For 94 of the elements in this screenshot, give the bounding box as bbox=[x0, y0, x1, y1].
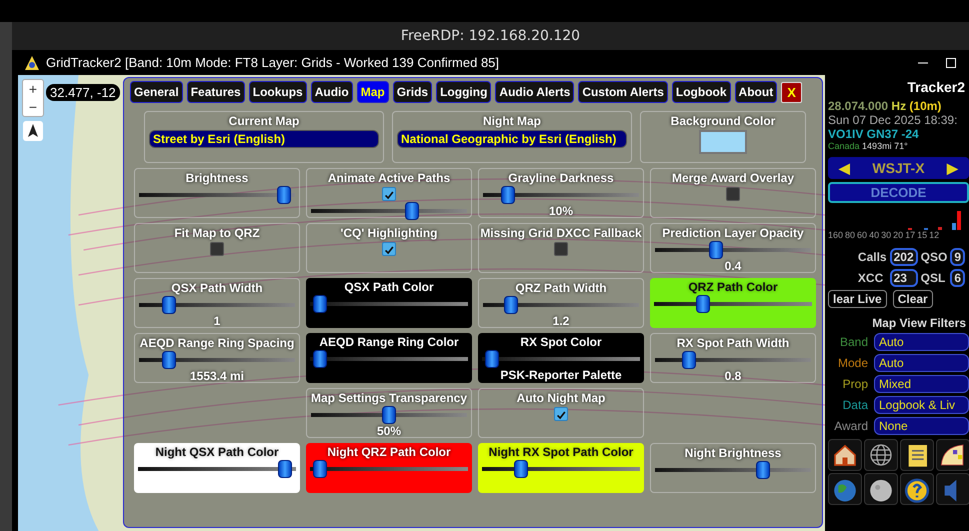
zoom-out-button[interactable]: − bbox=[23, 98, 43, 116]
band-axis-label: 15 bbox=[917, 230, 928, 240]
setting-value: 1.2 bbox=[552, 314, 570, 328]
setting-label: Merge Award Overlay bbox=[672, 171, 794, 185]
setting-label: Auto Night Map bbox=[516, 391, 606, 405]
setting-label: Night QSX Path Color bbox=[155, 445, 279, 459]
filter-label: Band bbox=[838, 335, 868, 349]
tab[interactable]: Logging bbox=[436, 81, 492, 103]
filter-dropdown[interactable]: Auto bbox=[874, 354, 969, 372]
stat-label: QSO bbox=[920, 250, 948, 264]
app-name: Tracker2 bbox=[907, 79, 965, 95]
setting-value: 1 bbox=[214, 314, 220, 328]
setting-value: PSK-Reporter Palette bbox=[500, 368, 622, 382]
band-axis-label: 17 bbox=[905, 230, 916, 240]
filter-dropdown[interactable]: Logbook & Liv bbox=[874, 396, 969, 414]
filter-dropdown[interactable]: Mixed bbox=[874, 375, 969, 393]
setting-label: Missing Grid DXCC Fallback bbox=[480, 226, 642, 240]
filter-label: Mode bbox=[836, 356, 868, 370]
tab[interactable]: Audio bbox=[310, 81, 353, 103]
clear-button[interactable]: lear Live bbox=[828, 290, 887, 308]
setting-label: Brightness bbox=[186, 171, 248, 185]
setting-label: Fit Map to QRZ bbox=[174, 226, 260, 240]
setting-label: QRZ Path Width bbox=[515, 281, 607, 295]
setting-label: QSX Path Color bbox=[344, 280, 434, 294]
setting-value: 10% bbox=[548, 204, 574, 218]
tab[interactable]: Grids bbox=[392, 81, 432, 103]
setting-value: 1553.4 mi bbox=[190, 369, 244, 383]
stat-label: XCC bbox=[858, 271, 884, 285]
setting-label: AEQD Range Ring Color bbox=[319, 335, 459, 349]
map-dropdown[interactable]: Street by Esri (English) bbox=[149, 130, 379, 148]
band-axis-label: 30 bbox=[881, 230, 892, 240]
tab[interactable]: About bbox=[734, 81, 778, 103]
country: Canada bbox=[828, 141, 860, 151]
zoom-in-button[interactable]: + bbox=[23, 80, 43, 98]
setting-label: RX Spot Color bbox=[520, 335, 602, 349]
setting-label: Current Map bbox=[228, 114, 300, 128]
next-button[interactable]: ▶ bbox=[946, 160, 958, 176]
filter-dropdown[interactable]: Auto bbox=[874, 333, 969, 351]
frequency: 28.074.000 bbox=[828, 99, 888, 113]
band-axis-label: 40 bbox=[869, 230, 880, 240]
coordinates-label: 32.477, -12 bbox=[46, 84, 120, 101]
stat-label: Calls bbox=[858, 250, 887, 264]
app-title: GridTracker2 [Band: 10m Mode: FT8 Layer: Grids - Worked 139 Confirmed 85] bbox=[46, 55, 500, 70]
source-name: WSJT-X bbox=[872, 160, 925, 176]
window-title: FreeRDP: 192.168.20.120 bbox=[400, 28, 580, 44]
setting-label: Prediction Layer Opacity bbox=[662, 226, 804, 240]
band-axis-label: 60 bbox=[857, 230, 868, 240]
decode-button[interactable]: DECODE bbox=[828, 182, 969, 203]
frequency-unit: Hz bbox=[891, 99, 906, 113]
band-axis-label: 20 bbox=[893, 230, 904, 240]
map-dropdown[interactable]: National Geographic by Esri (English) bbox=[397, 130, 627, 148]
setting-label: Animate Active Paths bbox=[328, 171, 450, 185]
band-axis-label: 12 bbox=[929, 230, 940, 240]
setting-label: RX Spot Path Width bbox=[676, 336, 790, 350]
setting-label: Map Settings Transparency bbox=[310, 391, 468, 405]
setting-value: 50% bbox=[376, 424, 402, 438]
date-time: Sun 07 Dec 2025 18:39: bbox=[828, 113, 958, 127]
setting-value: 0.4 bbox=[724, 259, 742, 273]
tab[interactable]: Features bbox=[186, 81, 245, 103]
stat-value: 202 bbox=[890, 248, 918, 266]
band-label: (10m) bbox=[909, 99, 942, 113]
band-axis-label: 160 bbox=[828, 230, 844, 240]
tab[interactable]: General bbox=[130, 81, 183, 103]
setting-label: Grayline Darkness bbox=[508, 171, 614, 185]
setting-label: 'CQ' Highlighting bbox=[340, 226, 438, 240]
tab[interactable]: Logbook bbox=[672, 81, 731, 103]
stat-value: 6 bbox=[950, 269, 965, 287]
previous-button[interactable]: ◀ bbox=[839, 160, 850, 176]
setting-label: Night RX Spot Path Color bbox=[488, 445, 634, 459]
setting-label: QRZ Path Color bbox=[688, 280, 778, 294]
filters-title: Map View Filters bbox=[872, 316, 966, 330]
distance: 1493mi 71° bbox=[862, 141, 908, 151]
setting-label: Night QRZ Path Color bbox=[327, 445, 451, 459]
setting-label: QSX Path Width bbox=[171, 281, 263, 295]
filter-dropdown[interactable]: None bbox=[874, 417, 969, 435]
stat-value: 23 bbox=[890, 269, 918, 287]
tab[interactable]: Custom Alerts bbox=[578, 81, 668, 103]
tab[interactable]: Map bbox=[356, 81, 389, 103]
band-axis-label: 80 bbox=[845, 230, 856, 240]
setting-label: Night Map bbox=[483, 114, 541, 128]
filter-label: Prop bbox=[842, 377, 868, 391]
stat-value: 9 bbox=[950, 248, 965, 266]
clear-button[interactable]: Clear bbox=[892, 290, 933, 308]
setting-label: Background Color bbox=[670, 114, 776, 128]
close-button[interactable]: X bbox=[781, 82, 802, 102]
tab[interactable]: Audio Alerts bbox=[495, 81, 574, 103]
station-info: VO1IV GN37 -24 bbox=[828, 127, 920, 141]
setting-label: Night Brightness bbox=[684, 446, 782, 460]
stat-label: QSL bbox=[920, 271, 946, 285]
filter-label: Data bbox=[842, 398, 868, 412]
filter-label: Award bbox=[833, 419, 868, 433]
setting-label: AEQD Range Ring Spacing bbox=[140, 336, 294, 350]
tab[interactable]: Lookups bbox=[248, 81, 307, 103]
setting-value: 0.8 bbox=[724, 369, 742, 383]
